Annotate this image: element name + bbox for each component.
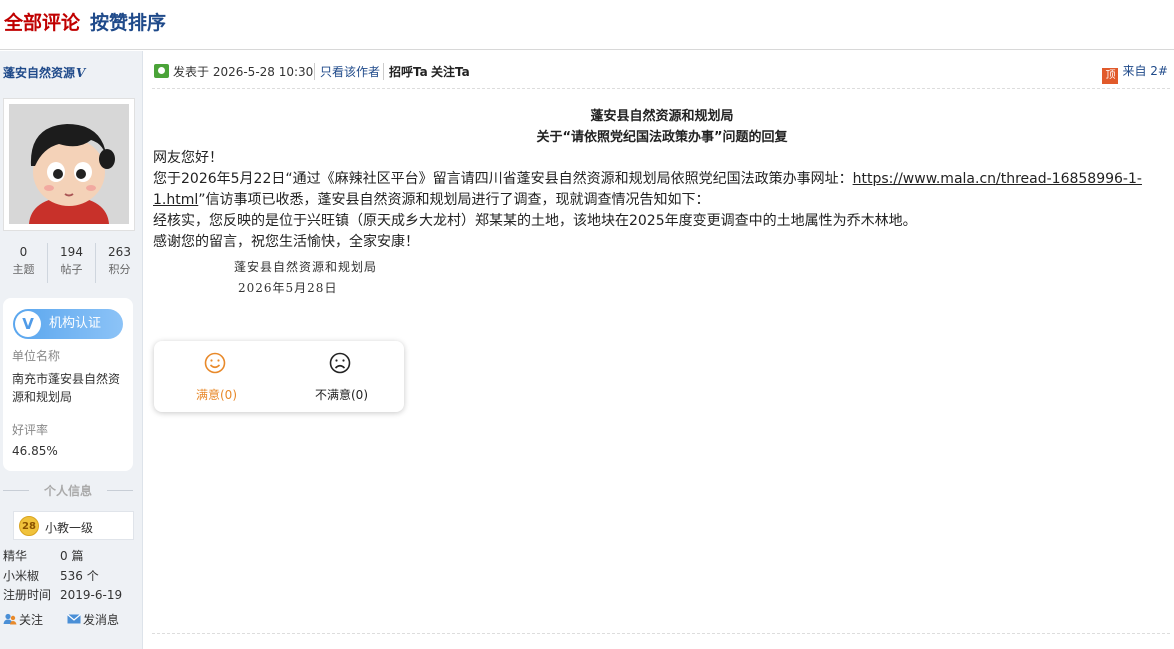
- stat-posts[interactable]: 194 帖子: [47, 243, 95, 283]
- institution-cert-card: V 机构认证 单位名称 南充市蓬安县自然资源和规划局 好评率 46.85%: [3, 298, 133, 471]
- info-value: 536 个: [60, 569, 99, 583]
- unit-name-label: 单位名称: [12, 349, 61, 363]
- next-post-separator: [152, 633, 1170, 634]
- envelope-icon: [67, 614, 81, 624]
- level-name[interactable]: 小教一级: [45, 519, 93, 536]
- comment-tabs: 全部评论 按赞排序: [0, 0, 1174, 50]
- avatar[interactable]: [9, 104, 129, 224]
- author-sidebar: 蓬安自然资源V 0 主题 194 帖子 263 积分 V 机构认证 单位名称 南…: [0, 51, 143, 649]
- post-user-icon: [154, 64, 169, 78]
- top-icon[interactable]: 顶: [1102, 68, 1119, 84]
- follow-author-button[interactable]: 关注: [3, 611, 43, 628]
- stat-points-value[interactable]: 263: [96, 243, 143, 261]
- unit-name-value: 南充市蓬安县自然资源和规划局: [12, 372, 121, 404]
- follow-ta-button[interactable]: 关注Ta: [431, 63, 470, 80]
- stat-posts-value[interactable]: 194: [48, 243, 95, 261]
- stat-points-label: 积分: [108, 263, 131, 276]
- divider-line-right: [107, 490, 133, 491]
- author-name[interactable]: 蓬安自然资源V: [3, 64, 85, 81]
- info-key: 精华: [3, 549, 28, 563]
- signature-org: 蓬安县自然资源和规划局: [234, 260, 378, 274]
- info-row-register-date: 注册时间 2019-6-19: [3, 586, 122, 603]
- signature-date: 2026年5月28日: [238, 281, 338, 295]
- body-text: ”信访事项已收悉，蓬安县自然资源和规划局进行了调查，现就调查情况告知如下：: [198, 192, 710, 208]
- info-row-peppers: 小米椒 536 个: [3, 567, 99, 584]
- post-header: 发表于 2026-5-28 10:30 只看该作者 招呼Ta 关注Ta 顶来自 …: [152, 51, 1170, 89]
- post-content: 蓬安县自然资源和规划局 关于“请依照党纪国法政策办事”问题的回复 网友您好！ 您…: [153, 106, 1153, 253]
- message-label[interactable]: 发消息: [83, 613, 119, 627]
- satisfaction-vote: 满意(0) 不满意(0): [154, 341, 404, 412]
- info-row-digest: 精华 0 篇: [3, 547, 83, 564]
- info-value: 0 篇: [60, 549, 84, 563]
- send-message-button[interactable]: 发消息: [67, 611, 119, 628]
- stat-posts-label: 帖子: [60, 263, 83, 276]
- vote-unsatisfied-label[interactable]: 不满意(0): [279, 386, 404, 403]
- reply-title-line2: 关于“请依照党纪国法政策办事”问题的回复: [536, 130, 788, 145]
- reply-title-line1: 蓬安县自然资源和规划局: [590, 109, 734, 124]
- info-value: 2019-6-19: [60, 588, 123, 602]
- cert-v-icon: V: [15, 311, 41, 337]
- level-badge-icon: 28: [19, 516, 39, 536]
- tab-sort-by-likes[interactable]: 按赞排序: [90, 8, 166, 35]
- author-name-text[interactable]: 蓬安自然资源: [3, 66, 75, 80]
- avatar-frame: [3, 98, 135, 231]
- thread-link-part2[interactable]: 1.html: [153, 192, 198, 208]
- follow-users-icon: [3, 613, 17, 625]
- vote-unsatisfied-button[interactable]: 不满意(0): [279, 341, 404, 412]
- avatar-cartoon-icon: [9, 104, 129, 224]
- body-paragraph-1: 您于2026年5月22日“通过《麻辣社区平台》留言请四川省蓬安县自然资源和规划局…: [153, 169, 1153, 211]
- only-author-link[interactable]: 只看该作者: [314, 63, 380, 80]
- greet-ta-button[interactable]: 招呼Ta: [383, 63, 428, 80]
- follow-label[interactable]: 关注: [19, 613, 43, 627]
- verified-icon: V: [76, 66, 86, 80]
- post-time: 发表于 2026-5-28 10:30: [173, 65, 314, 79]
- frown-icon: [329, 352, 351, 374]
- user-level[interactable]: 28 小教一级: [13, 511, 134, 540]
- positive-rate-label: 好评率: [12, 423, 49, 437]
- info-key: 注册时间: [3, 588, 52, 602]
- stat-topics[interactable]: 0 主题: [0, 243, 47, 283]
- stat-topics-label: 主题: [12, 263, 35, 276]
- vote-satisfied-label[interactable]: 满意(0): [154, 386, 279, 403]
- greeting: 网友您好！: [153, 150, 223, 166]
- body-paragraph-2: 经核实，您反映的是位于兴旺镇（原天成乡大龙村）郑某某的土地，该地块在2025年度…: [153, 213, 917, 229]
- vote-satisfied-button[interactable]: 满意(0): [154, 341, 279, 412]
- cert-badge-label: 机构认证: [49, 316, 102, 331]
- floor-number[interactable]: 顶来自 2#: [1102, 62, 1168, 84]
- tab-all-comments[interactable]: 全部评论: [4, 8, 80, 35]
- positive-rate-value: 46.85%: [12, 444, 58, 458]
- body-text: 您于2026年5月22日“通过《麻辣社区平台》留言请四川省蓬安县自然资源和规划局…: [153, 171, 853, 187]
- stat-topics-value[interactable]: 0: [0, 243, 47, 261]
- info-key: 小米椒: [3, 569, 40, 583]
- body-paragraph-3: 感谢您的留言，祝您生活愉快，全家安康！: [153, 234, 419, 250]
- floor-label[interactable]: 来自 2#: [1122, 64, 1168, 78]
- smile-icon: [204, 352, 226, 374]
- institution-cert-badge: V 机构认证: [13, 309, 123, 339]
- author-stats: 0 主题 194 帖子 263 积分: [0, 243, 143, 283]
- stat-points[interactable]: 263 积分: [95, 243, 143, 283]
- personal-info-divider: 个人信息: [3, 482, 133, 498]
- thread-link-part1[interactable]: https://www.mala.cn/thread-16858996-1-: [853, 171, 1142, 187]
